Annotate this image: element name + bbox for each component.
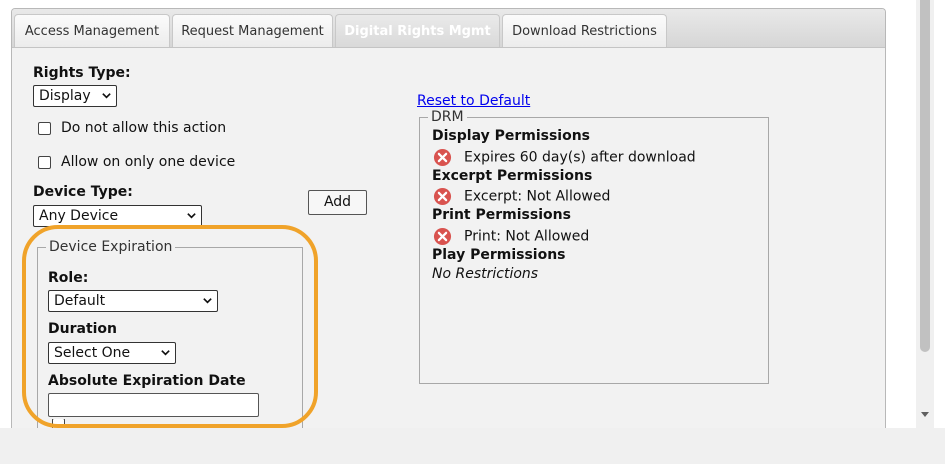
tab-download-restrictions[interactable]: Download Restrictions [502, 14, 667, 47]
drm-legend: DRM [431, 109, 464, 125]
error-x-icon [433, 227, 452, 246]
absolute-expiration-date-label: Absolute Expiration Date [48, 373, 246, 389]
duration-label: Duration [48, 321, 118, 337]
excerpt-permissions-item: Excerpt: Not Allowed [433, 187, 610, 207]
print-permissions-item: Print: Not Allowed [433, 227, 589, 247]
display-permissions-item: Expires 60 day(s) after download [433, 148, 696, 168]
do-not-allow-checkbox-row[interactable]: Do not allow this action [38, 120, 226, 140]
play-permissions-title: Play Permissions [432, 247, 566, 263]
play-permissions-note: No Restrictions [432, 266, 539, 282]
add-button[interactable]: Add [308, 190, 367, 215]
bottom-bar [0, 428, 945, 464]
tab-bar: Access Management Request Management Dig… [12, 9, 885, 48]
tab-access-management[interactable]: Access Management [14, 14, 170, 47]
excerpt-permissions-title: Excerpt Permissions [432, 168, 593, 184]
display-permissions-title: Display Permissions [432, 128, 591, 144]
device-type-value: Any Device [39, 208, 119, 224]
role-label: Role: [48, 270, 89, 286]
one-device-checkbox[interactable] [38, 155, 51, 169]
tab-content: Rights Type: Display Do not allow this a… [12, 48, 885, 429]
tab-digital-rights-mgmt[interactable]: Digital Rights Mgmt [335, 14, 500, 47]
reset-to-default-link[interactable]: Reset to Default [417, 93, 530, 109]
error-x-icon [433, 148, 452, 167]
print-permissions-title: Print Permissions [432, 207, 571, 223]
print-permissions-text: Print: Not Allowed [464, 228, 590, 245]
device-type-label: Device Type: [33, 184, 133, 200]
one-device-checkbox-row[interactable]: Allow on only one device [38, 154, 235, 174]
absolute-expiration-date-input[interactable] [48, 393, 259, 417]
device-type-select[interactable]: Any Device [33, 205, 202, 227]
do-not-allow-checkbox[interactable] [38, 121, 51, 135]
one-device-label: Allow on only one device [61, 154, 236, 170]
display-permissions-text: Expires 60 day(s) after download [464, 149, 696, 166]
chevron-down-icon [203, 298, 212, 304]
role-value: Default [54, 293, 106, 309]
rights-type-select[interactable]: Display [33, 85, 117, 107]
vertical-scrollbar[interactable] [916, 0, 934, 428]
chevron-down-icon [102, 93, 111, 99]
rights-type-value: Display [39, 88, 91, 104]
do-not-allow-label: Do not allow this action [61, 120, 227, 136]
page: Access Management Request Management Dig… [0, 0, 945, 464]
excerpt-permissions-text: Excerpt: Not Allowed [464, 188, 611, 205]
drm-settings-panel: Access Management Request Management Dig… [11, 8, 886, 429]
role-select[interactable]: Default [48, 290, 218, 312]
tab-request-management[interactable]: Request Management [172, 14, 333, 47]
chevron-down-icon [161, 350, 170, 356]
rights-type-label: Rights Type: [33, 65, 131, 81]
scroll-down-arrow-icon[interactable] [919, 408, 931, 420]
duration-value: Select One [54, 345, 131, 361]
scrollbar-thumb[interactable] [920, 0, 930, 352]
error-x-icon [433, 187, 452, 206]
duration-select[interactable]: Select One [48, 342, 176, 364]
device-expiration-legend: Device Expiration [49, 239, 173, 255]
chevron-down-icon [187, 213, 196, 219]
